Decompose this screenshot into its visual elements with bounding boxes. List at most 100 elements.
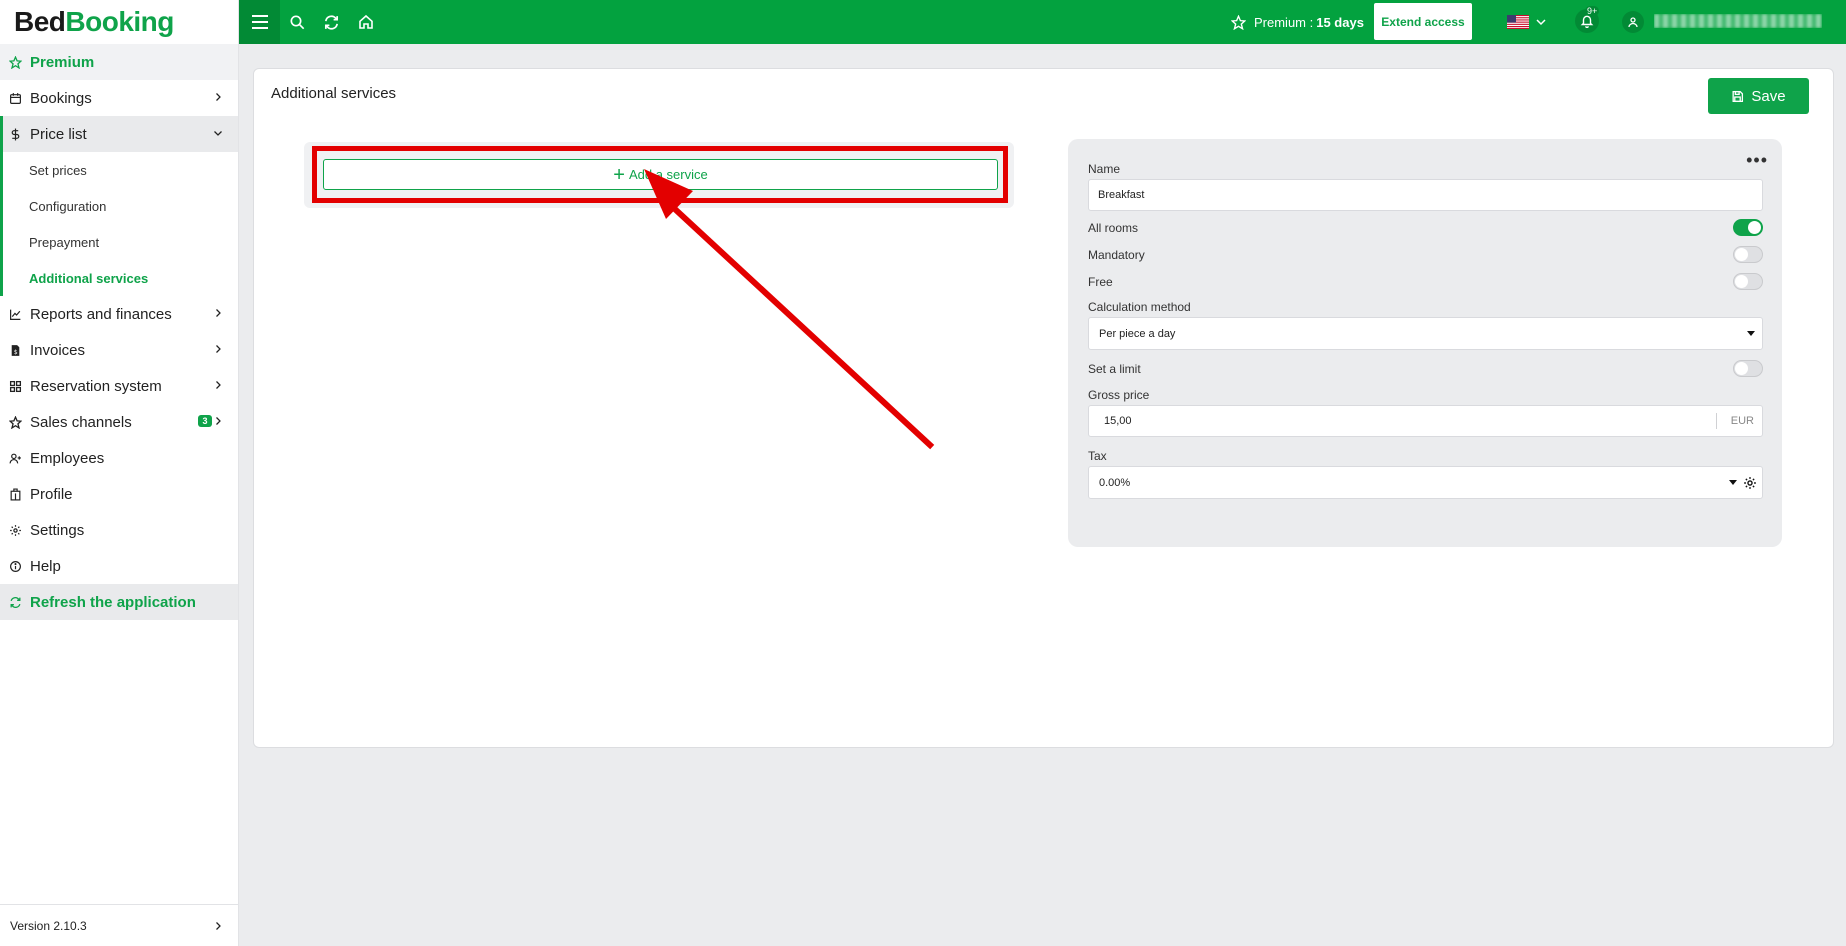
user-name-redacted[interactable] [1654,14,1822,28]
sidebar-item-label: Profile [30,485,73,503]
premium-status[interactable]: Premium : 15 days [1231,0,1364,44]
save-label: Save [1751,87,1786,105]
chevron-right-icon [216,417,221,425]
sidebar-item-sales-channels[interactable]: Sales channels 3 [0,404,238,440]
logo-text-booking: Booking [65,6,174,37]
notifications-badge: 9+ [1585,6,1600,16]
home-icon [359,14,373,29]
logo-text-bed: Bed [14,6,66,37]
calendar-icon [8,91,22,105]
version-info[interactable]: Version 2.10.3 [0,904,238,946]
sidebar-nav: Premium Bookings Price list Set prices C… [0,44,238,620]
user-plus-icon [8,451,22,465]
sidebar-item-label: Help [30,557,61,575]
menu-toggle-button[interactable] [239,0,280,44]
save-button[interactable]: Save [1708,78,1809,114]
grid-icon [8,379,22,393]
sales-channels-badge: 3 [198,415,212,427]
building-icon [8,487,22,501]
sync-button[interactable] [321,12,341,32]
name-input[interactable]: Breakfast [1088,179,1763,211]
premium-label: Premium : [1254,14,1314,30]
plus-icon: + [613,163,625,186]
user-menu-button[interactable] [1622,11,1644,33]
name-label: Name [1088,162,1121,176]
more-options-icon[interactable]: ••• [1746,151,1768,169]
page-title: Additional services [271,85,397,102]
sidebar-subitem-set-prices[interactable]: Set prices [0,152,238,188]
redacted-text [1654,14,1822,28]
sidebar-item-label: Reports and finances [30,305,172,323]
sidebar-item-invoices[interactable]: $ Invoices [0,332,238,368]
chevron-right-icon [216,381,221,389]
set-limit-label: Set a limit [1088,362,1141,376]
gross-price-label: Gross price [1088,388,1150,402]
sidebar-item-employees[interactable]: Employees [0,440,238,476]
search-icon [290,15,305,30]
chevron-right-icon [216,922,221,930]
sidebar-item-label: Settings [30,521,85,539]
caret-down-icon [1729,480,1737,485]
refresh-icon [8,595,22,609]
sidebar-item-label: Price list [30,125,87,143]
info-icon [8,559,22,573]
sidebar-item-bookings[interactable]: Bookings [0,80,238,116]
service-details-panel: ••• Name Breakfast All rooms Mandatory F… [1068,139,1782,547]
gear-icon[interactable] [1743,476,1757,490]
bell-icon [1580,15,1594,28]
sidebar-item-label: Premium [30,53,95,71]
us-flag-icon[interactable] [1507,15,1529,29]
chevron-right-icon [216,93,221,101]
sidebar-subitem-additional-services[interactable]: Additional services [0,260,238,296]
sidebar-item-label: Employees [30,449,105,467]
sidebar-item-profile[interactable]: Profile [0,476,238,512]
hamburger-icon [251,15,268,29]
caret-down-icon [1747,331,1755,336]
chevron-right-icon [216,309,221,317]
chevron-down-icon[interactable] [1535,16,1547,28]
premium-days: 15 days [1316,14,1364,30]
extend-access-button[interactable]: Extend access [1374,3,1472,40]
free-label: Free [1088,275,1113,289]
star-icon [8,55,22,69]
gross-price-value: 15,00 [1104,415,1132,427]
sidebar-item-label: Invoices [30,341,86,359]
sidebar-item-premium[interactable]: Premium [0,44,238,80]
sidebar-item-refresh[interactable]: Refresh the application [0,584,238,620]
gross-price-input[interactable]: 15,00 EUR [1088,405,1763,437]
sidebar-item-reports[interactable]: Reports and finances [0,296,238,332]
mandatory-toggle[interactable] [1733,246,1763,263]
home-button[interactable] [356,12,376,32]
floppy-disk-icon [1732,90,1744,102]
search-button[interactable] [287,12,307,32]
sidebar-item-label: Sales channels [30,413,132,431]
all-rooms-label: All rooms [1088,221,1139,235]
sidebar-item-help[interactable]: Help [0,548,238,584]
chevron-right-icon [216,345,221,353]
add-service-button[interactable]: + Add a service [323,159,998,190]
chart-icon [8,307,22,321]
calculation-method-select[interactable]: Per piece a day [1088,317,1763,350]
user-icon [1628,17,1638,28]
tax-select[interactable]: 0.00% [1088,466,1763,499]
currency-label: EUR [1715,413,1762,429]
sidebar-item-settings[interactable]: Settings [0,512,238,548]
all-rooms-toggle[interactable] [1733,219,1763,236]
chevron-down-icon [214,131,222,136]
calculation-method-label: Calculation method [1088,300,1191,314]
add-service-label: Add a service [628,167,708,182]
bedbooking-logo[interactable]: Bed Booking [0,0,238,44]
sidebar-item-label: Refresh the application [30,593,196,611]
sidebar-item-reservation-system[interactable]: Reservation system [0,368,238,404]
set-limit-toggle[interactable] [1733,360,1763,377]
sidebar-subitem-configuration[interactable]: Configuration [0,188,238,224]
sidebar: Bed Booking Premium Bookings Price list S… [0,0,239,946]
free-toggle[interactable] [1733,273,1763,290]
sidebar-item-price-list[interactable]: Price list [0,116,238,152]
invoice-icon: $ [8,343,22,357]
mandatory-label: Mandatory [1088,248,1145,262]
sidebar-subitem-prepayment[interactable]: Prepayment [0,224,238,260]
sidebar-item-label: Bookings [30,89,92,107]
tax-value: 0.00% [1099,476,1131,489]
refresh-icon [324,14,338,30]
